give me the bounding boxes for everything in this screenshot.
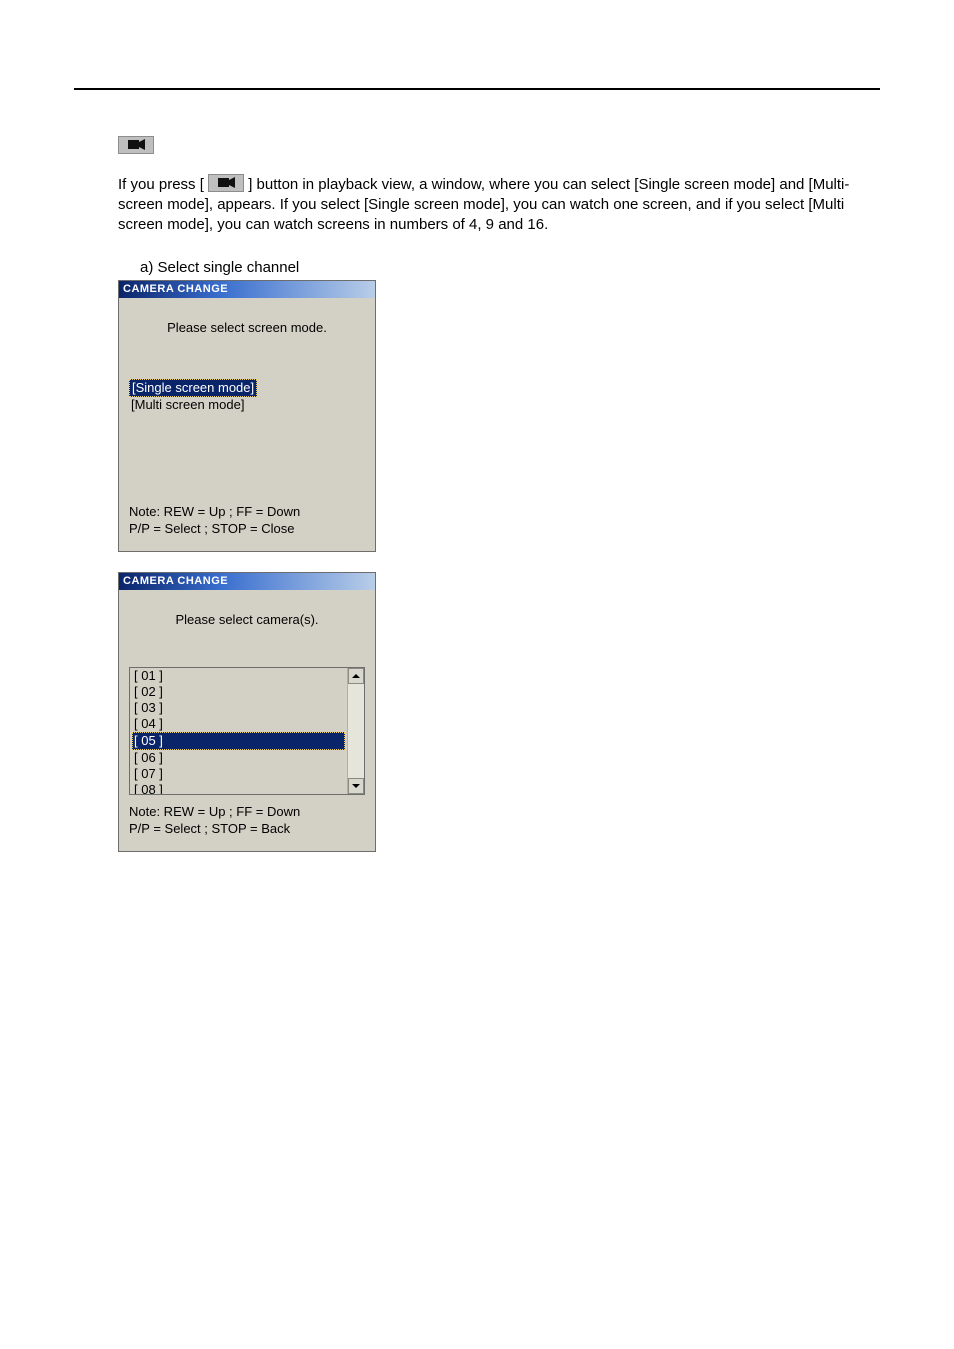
camera-item-08[interactable]: [ 08 ] [132,782,345,794]
note-line: P/P = Select ; STOP = Close [129,520,365,537]
camera-item-02[interactable]: [ 02 ] [132,684,345,700]
camera-item-05[interactable]: [ 05 ] [132,732,345,750]
camera-item-07[interactable]: [ 07 ] [132,766,345,782]
note-line: P/P = Select ; STOP = Back [129,820,365,837]
camera-button-sample [118,136,880,154]
camera-icon [208,174,244,192]
camera-item-01[interactable]: [ 01 ] [132,668,345,684]
horizontal-rule [74,88,880,90]
camera-item-06[interactable]: [ 06 ] [132,750,345,766]
camera-item-03[interactable]: [ 03 ] [132,700,345,716]
dialog-note: Note: REW = Up ; FF = Down P/P = Select … [129,803,365,837]
dialog-body: Please select screen mode. [Single scree… [119,298,375,551]
screen-mode-list: [Single screen mode] [Multi screen mode] [129,379,365,413]
scroll-up-button[interactable] [348,668,364,684]
scroll-down-button[interactable] [348,778,364,794]
camera-change-dialog-mode: CAMERA CHANGE Please select screen mode.… [118,280,376,552]
scrollbar [347,668,364,794]
intro-before: If you press [ [118,176,204,193]
intro-paragraph: If you press [ ] button in playback view… [118,174,880,235]
camera-change-dialog-cameras: CAMERA CHANGE Please select camera(s). [… [118,572,376,852]
dialog-body: Please select camera(s). [ 01 ] [ 02 ] [… [119,590,375,851]
note-line: Note: REW = Up ; FF = Down [129,803,365,820]
dialog-title: CAMERA CHANGE [119,573,375,590]
mode-single-screen[interactable]: [Single screen mode] [129,379,257,397]
section-a-heading: a) Select single channel [140,259,880,276]
scroll-track[interactable] [348,684,364,778]
page: If you press [ ] button in playback view… [0,0,954,1349]
camera-item-04[interactable]: [ 04 ] [132,716,345,732]
content-area: If you press [ ] button in playback view… [118,136,880,852]
note-line: Note: REW = Up ; FF = Down [129,503,365,520]
chevron-down-icon [352,784,360,788]
dialog-prompt: Please select screen mode. [129,320,365,335]
dialog-title: CAMERA CHANGE [119,281,375,298]
camera-icon [118,136,154,154]
camera-listbox: [ 01 ] [ 02 ] [ 03 ] [ 04 ] [ 05 ] [ 06 … [129,667,365,795]
chevron-up-icon [352,674,360,678]
camera-list: [ 01 ] [ 02 ] [ 03 ] [ 04 ] [ 05 ] [ 06 … [130,668,347,794]
dialog-prompt: Please select camera(s). [129,612,365,627]
dialog-note: Note: REW = Up ; FF = Down P/P = Select … [129,503,365,537]
mode-multi-screen[interactable]: [Multi screen mode] [129,397,246,412]
